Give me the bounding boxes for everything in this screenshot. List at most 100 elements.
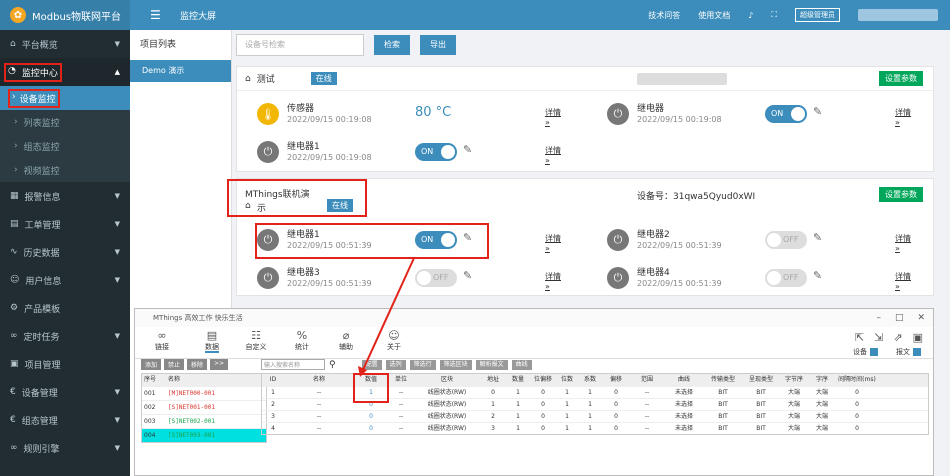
grid-curve-button[interactable]: 曲线: [511, 359, 532, 370]
grid-header-cell[interactable]: 曲线: [664, 374, 704, 386]
list-item[interactable]: 003 [S]NET002-001: [142, 414, 266, 428]
grid-header-cell[interactable]: 传输类型: [704, 374, 742, 386]
grid-header-cell[interactable]: ID: [262, 374, 284, 386]
tool-assist[interactable]: ⌀ 辅助: [331, 329, 361, 352]
disable-button[interactable]: 禁止: [164, 359, 185, 370]
sidebar-item-config[interactable]: € 组态管理 ▼: [0, 406, 130, 434]
device-search-input[interactable]: 设备号检索: [236, 34, 364, 56]
add-button[interactable]: 添加: [141, 359, 162, 370]
grid-filter-block-button[interactable]: 筛选区块: [439, 359, 472, 370]
detail-link[interactable]: 详情 »: [895, 233, 917, 253]
edit-icon[interactable]: ✎: [463, 269, 472, 282]
sidebar-item-template[interactable]: ⚙ 产品模板: [0, 294, 130, 322]
detail-link[interactable]: 详情 »: [545, 107, 567, 127]
tool-link[interactable]: ∞ 链接: [147, 329, 177, 352]
sidebar-sub-video-monitor[interactable]: › 视频监控: [0, 158, 130, 182]
docs-link[interactable]: 使用文档: [698, 10, 730, 21]
grid-header-cell[interactable]: 系数: [578, 374, 602, 386]
device-checkbox[interactable]: 设备: [853, 347, 878, 357]
set-params-button[interactable]: 设置参数: [879, 187, 923, 202]
edit-icon[interactable]: ✎: [463, 231, 472, 244]
sidebar-item-device[interactable]: € 设备管理 ▼: [0, 378, 130, 406]
project-item-demo[interactable]: Demo 演示: [130, 60, 231, 82]
grid-filter-rows-button[interactable]: 筛选行: [409, 359, 436, 370]
grid-config-button[interactable]: 配置: [361, 359, 382, 370]
grid-header-cell[interactable]: 名称: [284, 374, 354, 386]
grid-parse-button[interactable]: 解析报文: [475, 359, 508, 370]
table-row[interactable]: 3 -- 0 -- 线圈状态(RW) 2 1 0 1 1 0 -- 未选择 BIT BIT 大端 大端 0: [262, 410, 928, 422]
tool-about[interactable]: ☺ 关于: [379, 329, 409, 352]
sidebar-item-history[interactable]: ∿ 历史数据 ▼: [0, 238, 130, 266]
minimize-icon[interactable]: –: [876, 309, 881, 327]
table-row[interactable]: 4 -- 0 -- 线圈状态(RW) 3 1 0 1 1 0 -- 未选择 BIT BIT 大端 大端 0: [262, 422, 928, 434]
detail-link[interactable]: 详情 »: [545, 233, 567, 253]
relay-toggle[interactable]: OFF: [765, 269, 807, 287]
sidebar-item-overview[interactable]: ⌂ 平台概览 ▼: [0, 30, 130, 58]
detail-link[interactable]: 详情 »: [895, 107, 917, 127]
expand-button[interactable]: >>: [210, 359, 229, 370]
search-button[interactable]: 检索: [374, 35, 410, 55]
tool-stats[interactable]: % 统计: [287, 329, 317, 352]
relay-toggle[interactable]: OFF: [765, 231, 807, 249]
tool-custom[interactable]: ☷ 自定义: [241, 329, 271, 352]
sidebar-sub-config-monitor[interactable]: › 组态监控: [0, 134, 130, 158]
set-params-button[interactable]: 设置参数: [879, 71, 923, 86]
grid-columns-button[interactable]: 选列: [385, 359, 406, 370]
export-button[interactable]: 导出: [420, 35, 456, 55]
list-item[interactable]: 001 [M]NET000-001: [142, 386, 266, 400]
qa-link[interactable]: 技术问答: [648, 10, 680, 21]
save-icon[interactable]: ▣: [913, 331, 923, 344]
sidebar-item-rule[interactable]: ∞ 规则引擎 ▼: [0, 434, 130, 462]
edit-icon[interactable]: ✎: [463, 143, 472, 156]
list-item[interactable]: 002 [S]NET001-001: [142, 400, 266, 414]
app-logo[interactable]: ✿ Modbus物联网平台: [0, 0, 130, 30]
close-icon[interactable]: ✕: [917, 309, 925, 327]
table-cell[interactable]: 0: [354, 411, 388, 422]
grid-header-cell[interactable]: 范围: [630, 374, 664, 386]
grid-header-cell[interactable]: 位数: [556, 374, 578, 386]
edit-icon[interactable]: ✎: [813, 231, 822, 244]
grid-header-cell[interactable]: 区块: [414, 374, 480, 386]
sidebar-item-timer[interactable]: ∞ 定时任务 ▼: [0, 322, 130, 350]
edit-icon[interactable]: ✎: [813, 105, 822, 118]
grid-header-cell[interactable]: 地址: [480, 374, 506, 386]
detail-link[interactable]: 详情 »: [545, 145, 567, 165]
maximize-icon[interactable]: □: [895, 309, 904, 327]
message-checkbox[interactable]: 报文: [896, 347, 921, 357]
detail-link[interactable]: 详情 »: [545, 271, 567, 291]
relay-toggle[interactable]: ON: [415, 231, 457, 249]
grid-header-cell[interactable]: 字节序: [780, 374, 808, 386]
filter-input[interactable]: 输入搜索名称: [261, 359, 325, 370]
detail-link[interactable]: 详情 »: [895, 271, 917, 291]
sidebar-sub-list-monitor[interactable]: › 列表监控: [0, 110, 130, 134]
bell-icon[interactable]: ♪: [748, 11, 753, 20]
search-icon[interactable]: ⚲: [329, 360, 336, 370]
relay-toggle[interactable]: ON: [415, 143, 457, 161]
tool-data[interactable]: ▤ 数据: [197, 329, 227, 353]
grid-header-cell[interactable]: 偏移: [602, 374, 630, 386]
relay-toggle[interactable]: OFF: [415, 269, 457, 287]
sidebar-item-ticket[interactable]: ▤ 工单管理 ▼: [0, 210, 130, 238]
relay-toggle[interactable]: ON: [765, 105, 807, 123]
sidebar-item-monitor[interactable]: ◔ 监控中心 ▲: [0, 58, 130, 86]
edit-icon[interactable]: ✎: [813, 269, 822, 282]
import-icon[interactable]: ⇲: [874, 331, 883, 344]
menu-toggle-icon[interactable]: ☰: [150, 8, 161, 22]
export-icon[interactable]: ⇱: [855, 331, 864, 344]
sidebar-item-project[interactable]: ▣ 项目管理: [0, 350, 130, 378]
share-icon[interactable]: ⇗: [893, 331, 902, 344]
grid-header-cell[interactable]: 位偏移: [530, 374, 556, 386]
remove-button[interactable]: 移除: [187, 359, 208, 370]
table-cell[interactable]: 0: [354, 423, 388, 434]
sidebar-sub-device-monitor[interactable]: › 设备监控: [0, 86, 130, 110]
sidebar-item-alarm[interactable]: ▦ 报警信息 ▼: [0, 182, 130, 210]
page-title[interactable]: 监控大屏: [180, 9, 216, 22]
grid-header-cell[interactable]: 字序: [808, 374, 836, 386]
grid-header-cell[interactable]: 单位: [388, 374, 414, 386]
grid-header-cell[interactable]: 数量: [506, 374, 530, 386]
admin-badge[interactable]: 超级管理员: [795, 8, 840, 22]
grid-header-cell[interactable]: 间隔时间(ms): [836, 374, 878, 386]
grid-header-cell[interactable]: 呈现类型: [742, 374, 780, 386]
sidebar-item-user[interactable]: ☺ 用户信息 ▼: [0, 266, 130, 294]
list-item[interactable]: 004 [S]NET003-001: [142, 428, 266, 442]
